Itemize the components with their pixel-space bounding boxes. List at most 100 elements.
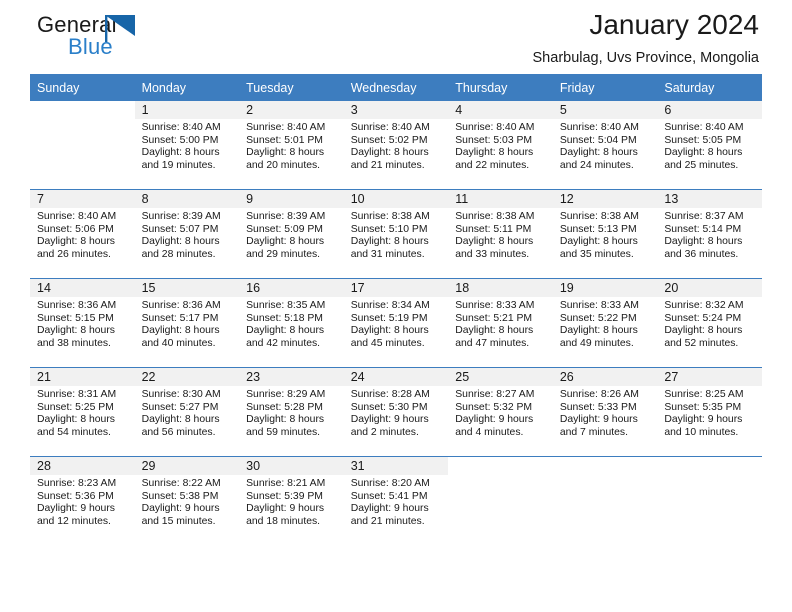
day-daylight-line1-text: Daylight: 8 hours <box>559 236 638 248</box>
page-header: General Blue January 2024 Sharbulag, Uvs… <box>30 0 762 74</box>
day-daylight-line2-text: and 22 minutes. <box>455 159 530 171</box>
day-number: 7 <box>30 190 135 208</box>
day-sunset-text: Sunset: 5:05 PM <box>664 134 742 146</box>
calendar-day-cell[interactable]: 26 Sunrise: 8:26 AM Sunset: 5:33 PM Dayligh… <box>552 368 658 456</box>
calendar-day-cell[interactable]: 24 Sunrise: 8:28 AM Sunset: 5:30 PM Dayligh… <box>343 368 449 456</box>
calendar-day-cell[interactable]: 25 Sunrise: 8:27 AM Sunset: 5:32 PM Dayligh… <box>448 368 553 456</box>
calendar-day-cell[interactable]: 21 Sunrise: 8:31 AM Sunset: 5:25 PM Dayligh… <box>30 368 135 456</box>
day-sunrise-text: Sunrise: 8:40 AM <box>455 122 535 133</box>
calendar-day-cell[interactable]: 4 Sunrise: 8:40 AM Sunset: 5:03 PM Daylight… <box>448 101 553 189</box>
calendar-cell: 14 Sunrise: 8:36 AM Sunset: 5:15 PM Dayligh… <box>30 278 135 368</box>
calendar-week-row: 21 Sunrise: 8:31 AM Sunset: 5:25 PM Dayligh… <box>30 367 762 457</box>
day-number: 12 <box>552 190 658 208</box>
calendar-cell: 7 Sunrise: 8:40 AM Sunset: 5:06 PM Daylight… <box>30 189 135 279</box>
calendar-week-row: 14 Sunrise: 8:36 AM Sunset: 5:15 PM Dayligh… <box>30 278 762 368</box>
day-sunset-text: Sunset: 5:01 PM <box>246 134 323 146</box>
day-daylight-line2-text: and 54 minutes. <box>37 426 111 438</box>
calendar-day-cell[interactable]: 28 Sunrise: 8:23 AM Sunset: 5:36 PM Dayligh… <box>30 457 135 545</box>
calendar-day-cell[interactable]: 9 Sunrise: 8:39 AM Sunset: 5:09 PM Daylight… <box>239 190 344 278</box>
calendar-cell: 24 Sunrise: 8:28 AM Sunset: 5:30 PM Dayligh… <box>343 367 449 457</box>
calendar-cell: 5 Sunrise: 8:40 AM Sunset: 5:04 PM Daylight… <box>552 101 658 190</box>
day-details: Sunrise: 8:28 AM Sunset: 5:30 PM Daylight:… <box>344 386 449 439</box>
weekday-header-wednesday: Wednesday <box>343 74 449 101</box>
day-daylight-line2-text: and 18 minutes. <box>246 515 321 527</box>
calendar-day-cell[interactable]: 16 Sunrise: 8:35 AM Sunset: 5:18 PM Dayligh… <box>239 279 344 367</box>
day-details: Sunrise: 8:40 AM Sunset: 5:01 PM Daylight:… <box>239 119 344 172</box>
day-details: Sunrise: 8:34 AM Sunset: 5:19 PM Daylight:… <box>344 297 449 350</box>
calendar-cell: 12 Sunrise: 8:38 AM Sunset: 5:13 PM Dayligh… <box>552 189 658 279</box>
day-daylight-line1-text: Daylight: 8 hours <box>246 325 325 337</box>
calendar-cell: 28 Sunrise: 8:23 AM Sunset: 5:36 PM Dayligh… <box>30 456 135 545</box>
calendar-cell: 16 Sunrise: 8:35 AM Sunset: 5:18 PM Dayligh… <box>239 278 344 368</box>
generalblue-logo[interactable]: General Blue <box>37 12 237 68</box>
calendar-day-cell[interactable]: 3 Sunrise: 8:40 AM Sunset: 5:02 PM Daylight… <box>343 101 449 189</box>
day-daylight-line2-text: and 36 minutes. <box>664 248 739 260</box>
day-daylight-line2-text: and 52 minutes. <box>664 337 739 349</box>
day-number <box>657 457 762 475</box>
calendar-day-cell[interactable]: 27 Sunrise: 8:25 AM Sunset: 5:35 PM Dayligh… <box>657 368 762 456</box>
calendar-day-cell[interactable]: 15 Sunrise: 8:36 AM Sunset: 5:17 PM Dayligh… <box>134 279 240 367</box>
calendar-day-cell[interactable]: 10 Sunrise: 8:38 AM Sunset: 5:10 PM Dayligh… <box>343 190 449 278</box>
calendar-day-cell[interactable]: 5 Sunrise: 8:40 AM Sunset: 5:04 PM Daylight… <box>552 101 658 189</box>
day-details: Sunrise: 8:40 AM Sunset: 5:06 PM Daylight:… <box>30 208 135 261</box>
day-details: Sunrise: 8:21 AM Sunset: 5:39 PM Daylight:… <box>239 475 344 528</box>
calendar-day-cell[interactable]: 12 Sunrise: 8:38 AM Sunset: 5:13 PM Dayligh… <box>552 190 658 278</box>
day-sunset-text: Sunset: 5:02 PM <box>350 134 428 146</box>
day-details: Sunrise: 8:29 AM Sunset: 5:28 PM Daylight:… <box>239 386 344 439</box>
calendar-day-cell[interactable]: 22 Sunrise: 8:30 AM Sunset: 5:27 PM Dayligh… <box>134 368 240 456</box>
calendar-day-cell[interactable]: 29 Sunrise: 8:22 AM Sunset: 5:38 PM Dayligh… <box>134 457 240 545</box>
calendar-day-cell[interactable]: 20 Sunrise: 8:32 AM Sunset: 5:24 PM Dayligh… <box>657 279 762 367</box>
calendar-day-cell[interactable]: 19 Sunrise: 8:33 AM Sunset: 5:22 PM Dayligh… <box>552 279 658 367</box>
day-number: 19 <box>552 279 658 297</box>
calendar-day-cell[interactable]: 7 Sunrise: 8:40 AM Sunset: 5:06 PM Daylight… <box>30 190 135 278</box>
calendar-day-cell[interactable]: 30 Sunrise: 8:21 AM Sunset: 5:39 PM Dayligh… <box>239 457 344 545</box>
day-sunrise-text: Sunrise: 8:36 AM <box>37 300 117 311</box>
day-number: 14 <box>30 279 135 297</box>
day-number: 11 <box>448 190 553 208</box>
day-daylight-line1-text: Daylight: 8 hours <box>455 325 534 337</box>
day-number: 29 <box>134 457 240 475</box>
day-number: 9 <box>239 190 344 208</box>
day-daylight-line2-text: and 29 minutes. <box>246 248 321 260</box>
day-daylight-line2-text: and 28 minutes. <box>141 248 216 260</box>
day-daylight-line1-text: Daylight: 8 hours <box>141 325 220 337</box>
calendar-day-cell[interactable]: 23 Sunrise: 8:29 AM Sunset: 5:28 PM Dayligh… <box>239 368 344 456</box>
day-number: 30 <box>239 457 344 475</box>
calendar-day-cell[interactable]: 2 Sunrise: 8:40 AM Sunset: 5:01 PM Daylight… <box>239 101 344 189</box>
calendar-day-cell[interactable]: 8 Sunrise: 8:39 AM Sunset: 5:07 PM Daylight… <box>134 190 240 278</box>
calendar-day-cell[interactable]: 14 Sunrise: 8:36 AM Sunset: 5:15 PM Dayligh… <box>30 279 135 367</box>
day-sunset-text: Sunset: 5:33 PM <box>559 401 637 413</box>
calendar-cell: 25 Sunrise: 8:27 AM Sunset: 5:32 PM Dayligh… <box>448 367 553 457</box>
day-daylight-line2-text: and 59 minutes. <box>246 426 321 438</box>
calendar-day-cell[interactable]: 17 Sunrise: 8:34 AM Sunset: 5:19 PM Dayligh… <box>343 279 449 367</box>
day-details: Sunrise: 8:38 AM Sunset: 5:11 PM Daylight:… <box>448 208 553 261</box>
calendar-day-cell[interactable]: 1 Sunrise: 8:40 AM Sunset: 5:00 PM Daylight… <box>134 101 240 189</box>
calendar-cell: 1 Sunrise: 8:40 AM Sunset: 5:00 PM Daylight… <box>134 101 240 190</box>
day-sunrise-text: Sunrise: 8:26 AM <box>559 389 639 400</box>
day-sunrise-text: Sunrise: 8:22 AM <box>141 478 221 489</box>
day-daylight-line2-text: and 45 minutes. <box>350 337 425 349</box>
day-details: Sunrise: 8:39 AM Sunset: 5:09 PM Daylight:… <box>239 208 344 261</box>
weekday-header-monday: Monday <box>134 74 240 101</box>
calendar-day-cell[interactable]: 6 Sunrise: 8:40 AM Sunset: 5:05 PM Daylight… <box>657 101 762 189</box>
day-daylight-line2-text: and 19 minutes. <box>141 159 216 171</box>
calendar-cell: 15 Sunrise: 8:36 AM Sunset: 5:17 PM Dayligh… <box>134 278 240 368</box>
day-details: Sunrise: 8:40 AM Sunset: 5:04 PM Daylight:… <box>553 119 658 172</box>
day-sunset-text: Sunset: 5:22 PM <box>559 312 637 324</box>
calendar-day-cell[interactable]: 18 Sunrise: 8:33 AM Sunset: 5:21 PM Dayligh… <box>448 279 553 367</box>
calendar-cell: 13 Sunrise: 8:37 AM Sunset: 5:14 PM Dayligh… <box>657 189 762 279</box>
day-sunrise-text: Sunrise: 8:40 AM <box>37 211 117 222</box>
day-details: Sunrise: 8:20 AM Sunset: 5:41 PM Daylight:… <box>344 475 449 528</box>
day-sunrise-text: Sunrise: 8:38 AM <box>455 211 535 222</box>
calendar-cell: 29 Sunrise: 8:22 AM Sunset: 5:38 PM Dayligh… <box>134 456 240 545</box>
day-number: 25 <box>448 368 553 386</box>
calendar-day-cell[interactable]: 11 Sunrise: 8:38 AM Sunset: 5:11 PM Dayligh… <box>448 190 553 278</box>
day-daylight-line2-text: and 26 minutes. <box>37 248 111 260</box>
day-sunrise-text: Sunrise: 8:30 AM <box>141 389 221 400</box>
calendar-cell <box>448 456 553 545</box>
day-number: 8 <box>134 190 240 208</box>
day-daylight-line1-text: Daylight: 8 hours <box>141 414 220 426</box>
calendar-day-cell[interactable]: 13 Sunrise: 8:37 AM Sunset: 5:14 PM Dayligh… <box>657 190 762 278</box>
calendar-day-cell[interactable]: 31 Sunrise: 8:20 AM Sunset: 5:41 PM Dayligh… <box>343 457 449 545</box>
day-sunset-text: Sunset: 5:32 PM <box>455 401 533 413</box>
